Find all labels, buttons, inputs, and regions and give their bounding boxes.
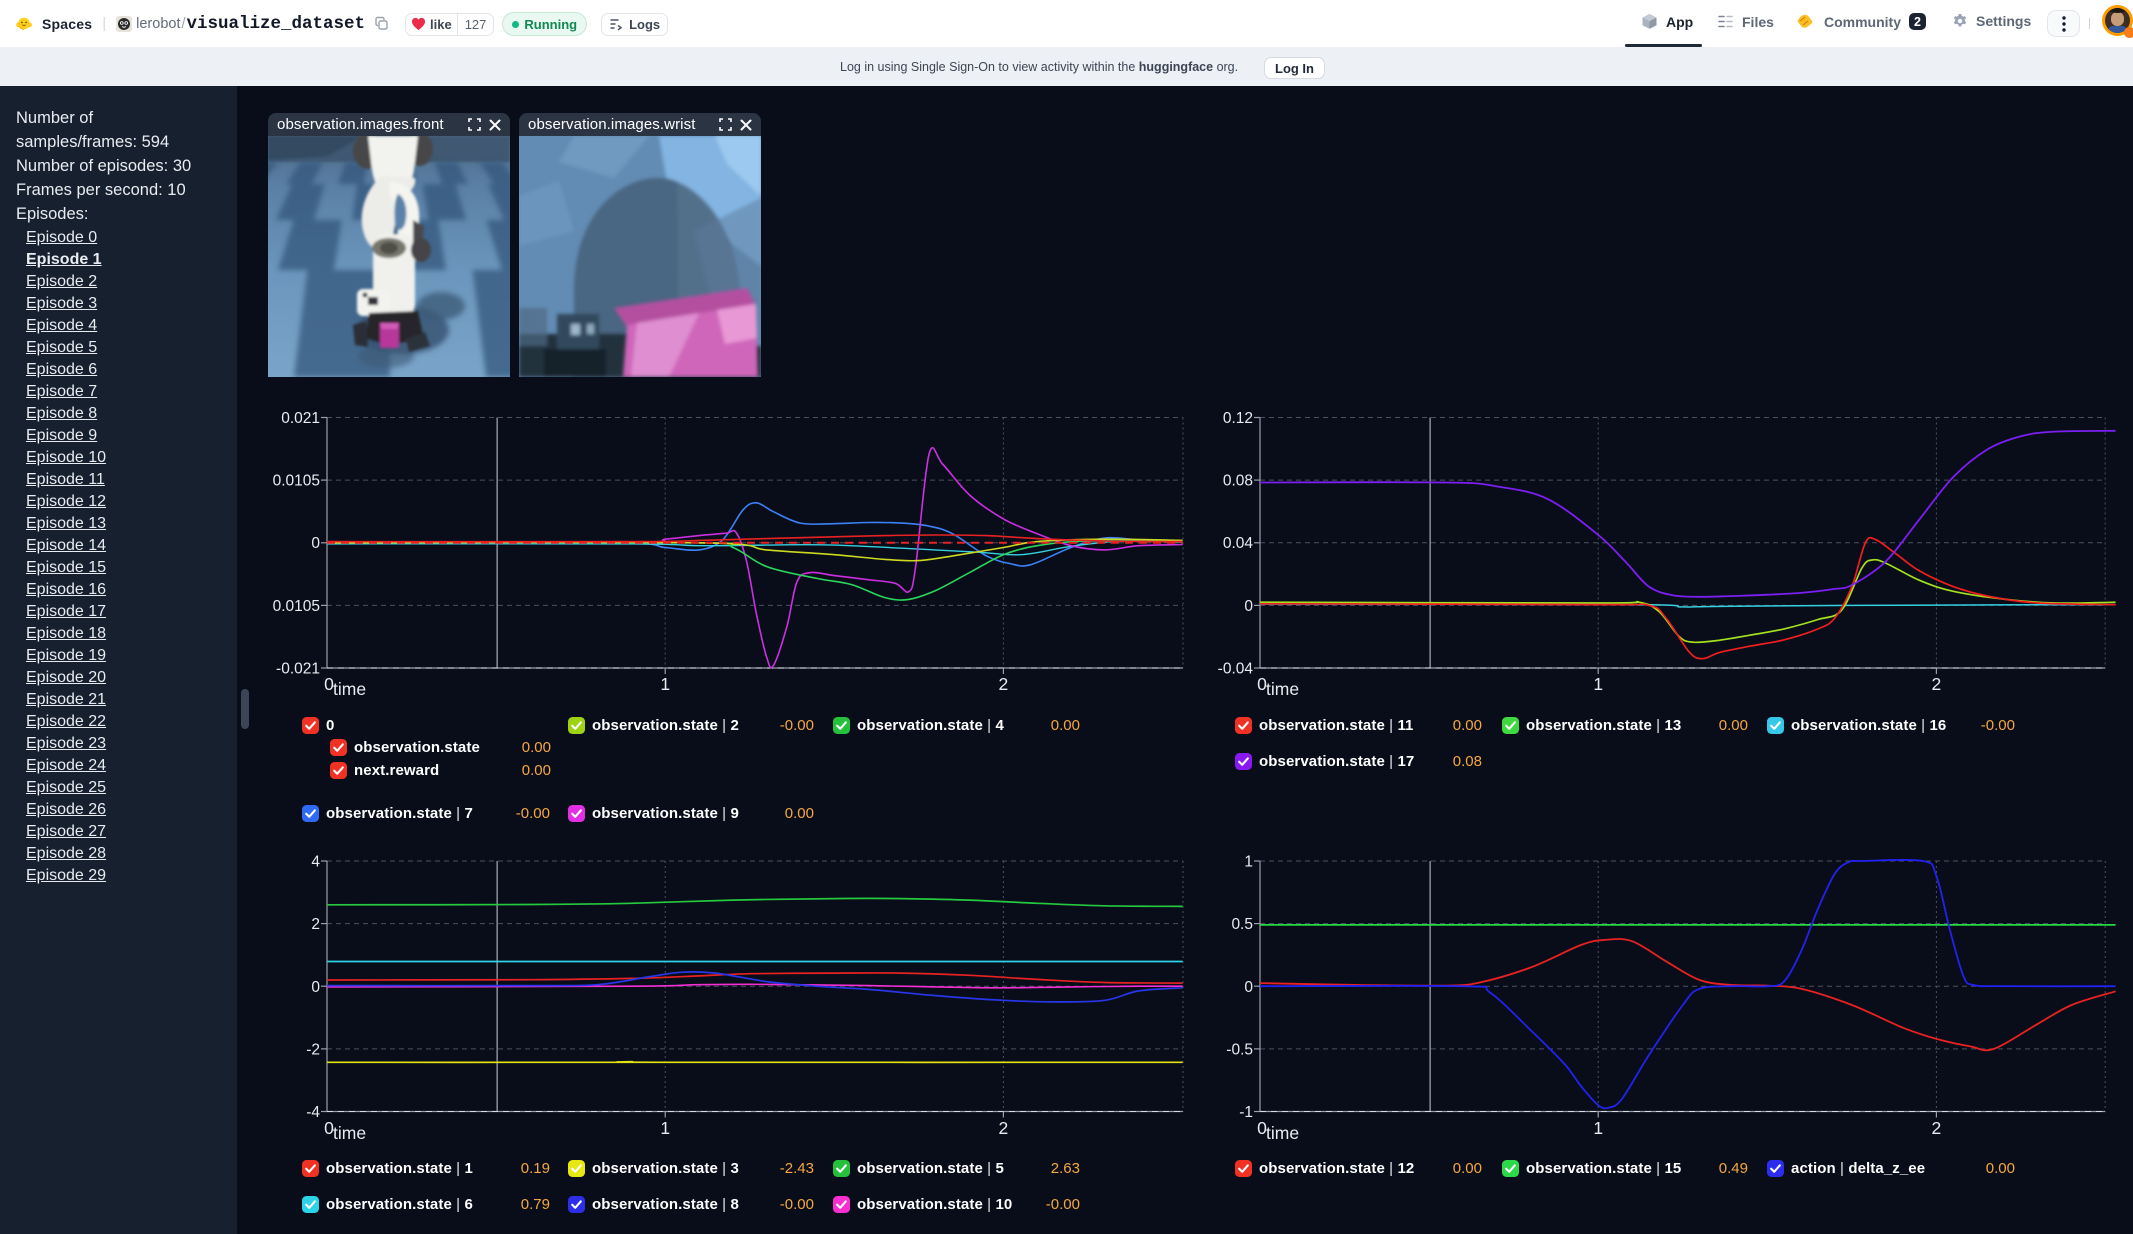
- svg-text:-2: -2: [306, 1041, 320, 1058]
- svg-text:0: 0: [311, 979, 320, 996]
- svg-text:2: 2: [999, 674, 1009, 694]
- svg-text:time: time: [333, 679, 366, 699]
- svg-text:0.0105: 0.0105: [273, 598, 320, 615]
- svg-text:2: 2: [311, 916, 320, 933]
- svg-text:2: 2: [1932, 1118, 1942, 1138]
- svg-text:0: 0: [1244, 598, 1253, 615]
- svg-text:2: 2: [1932, 674, 1942, 694]
- svg-text:2: 2: [999, 1118, 1009, 1138]
- svg-text:0: 0: [311, 535, 320, 552]
- svg-text:1: 1: [660, 1118, 670, 1138]
- svg-text:0.021: 0.021: [281, 410, 320, 427]
- svg-text:0.08: 0.08: [1223, 473, 1253, 490]
- svg-text:time: time: [1266, 679, 1299, 699]
- svg-text:0: 0: [1244, 979, 1253, 996]
- svg-text:1: 1: [660, 674, 670, 694]
- svg-text:-0.021: -0.021: [276, 661, 320, 678]
- svg-text:0.0105: 0.0105: [273, 473, 320, 490]
- svg-text:1: 1: [1244, 854, 1253, 871]
- svg-text:0.12: 0.12: [1223, 410, 1253, 427]
- svg-text:time: time: [1266, 1123, 1299, 1143]
- svg-text:1: 1: [1593, 1118, 1603, 1138]
- svg-text:-1: -1: [1239, 1104, 1253, 1121]
- svg-text:-0.04: -0.04: [1218, 661, 1254, 678]
- svg-text:0.5: 0.5: [1231, 916, 1253, 933]
- svg-text:time: time: [333, 1123, 366, 1143]
- svg-text:-4: -4: [306, 1104, 320, 1121]
- svg-text:1: 1: [1593, 674, 1603, 694]
- svg-text:-0.5: -0.5: [1226, 1041, 1253, 1058]
- svg-text:0.04: 0.04: [1223, 535, 1254, 552]
- svg-text:4: 4: [311, 854, 320, 871]
